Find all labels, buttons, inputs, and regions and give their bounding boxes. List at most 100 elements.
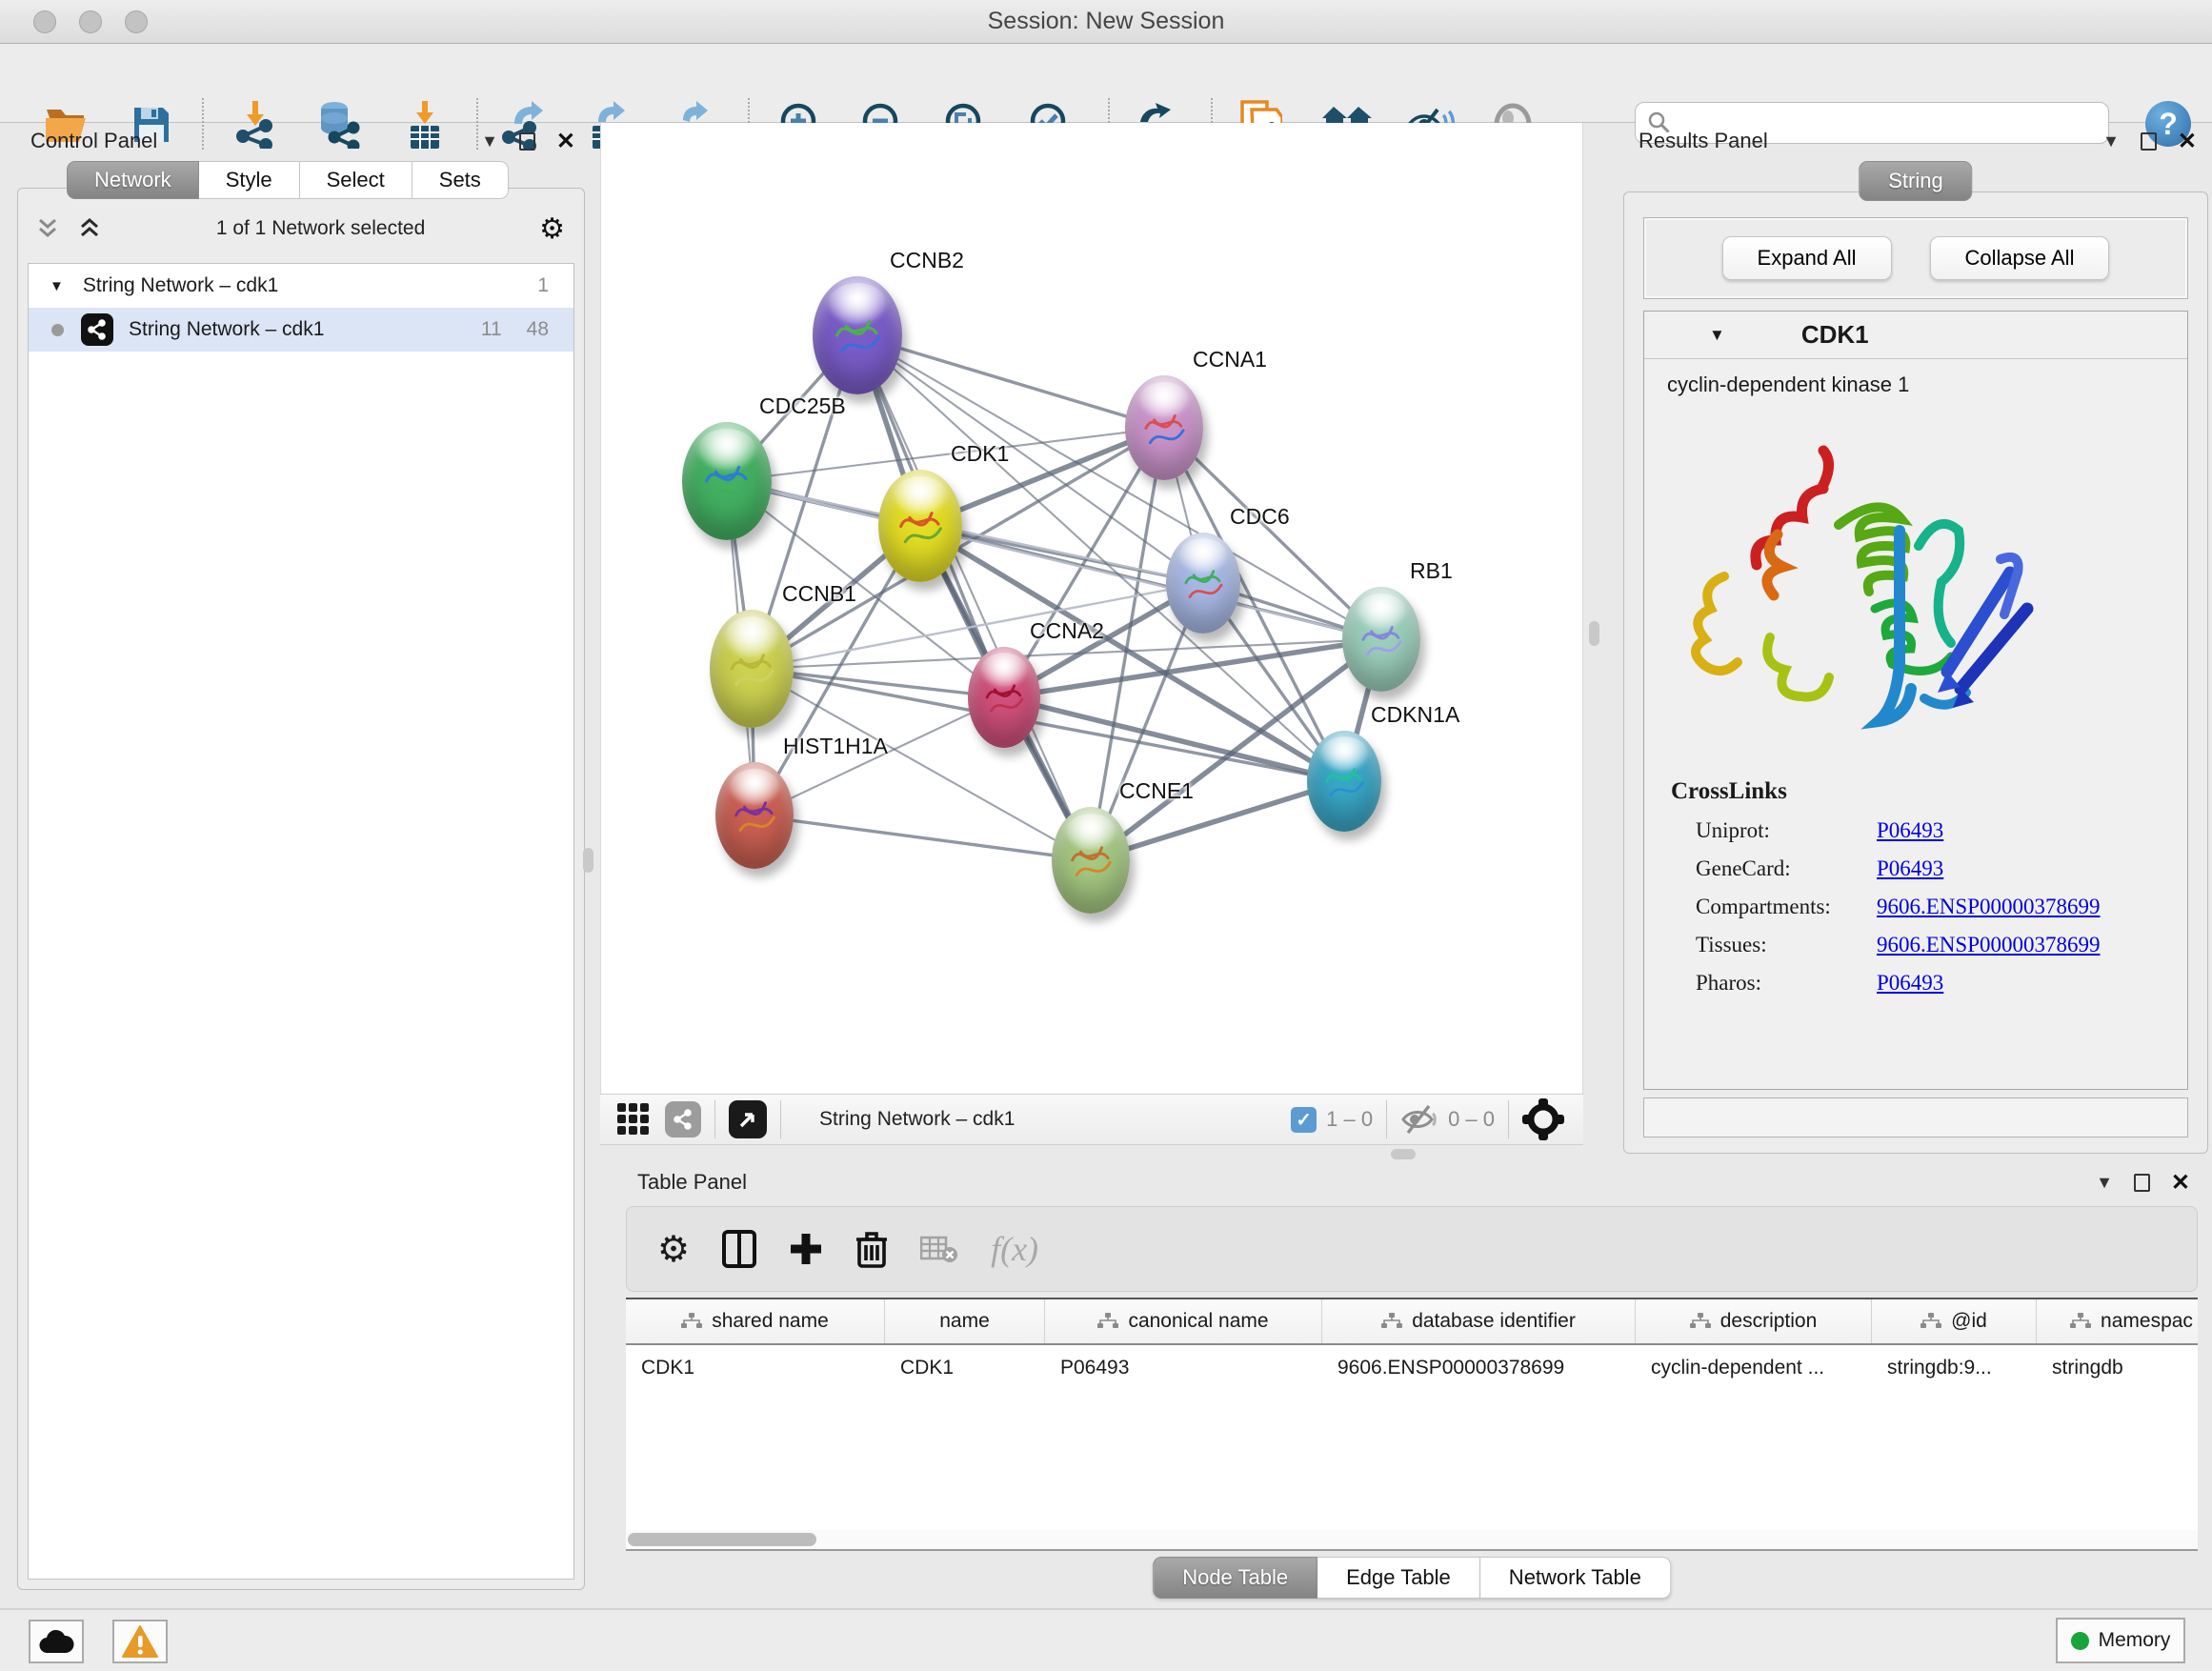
table-body: CDK1CDK1P064939606.ENSP00000378699cyclin… <box>626 1345 2198 1391</box>
node-table[interactable]: shared namenamecanonical namedatabase id… <box>626 1298 2198 1530</box>
status-bar: Memory <box>0 1608 2212 1671</box>
table-cell[interactable]: stringdb <box>2037 1345 2198 1391</box>
column-header--id[interactable]: @id <box>1872 1299 2037 1343</box>
crosslink-link[interactable]: P06493 <box>1877 818 1943 843</box>
node-HIST1H1A[interactable] <box>715 762 794 869</box>
panel-menu-icon[interactable]: ▼ <box>481 131 498 151</box>
crosslink-link[interactable]: P06493 <box>1877 971 1943 996</box>
column-header-database-identifier[interactable]: database identifier <box>1322 1299 1636 1343</box>
collapse-all-button[interactable]: Collapse All <box>1930 236 2110 280</box>
tab-network-table[interactable]: Network Table <box>1480 1557 1671 1599</box>
column-header-namespac[interactable]: namespac <box>2037 1299 2198 1343</box>
toolbar-divider <box>1386 1100 1387 1138</box>
node-label-CCNA1: CCNA1 <box>1193 347 1267 372</box>
cloud-icon <box>38 1629 74 1654</box>
delete-column-trash-icon[interactable] <box>855 1230 888 1268</box>
right-splitter-handle[interactable] <box>1589 621 1599 646</box>
gear-icon[interactable]: ⚙ <box>539 212 565 246</box>
node-CDK1[interactable] <box>878 470 962 582</box>
expand-all-icon[interactable] <box>77 216 102 241</box>
toolbar-divider <box>1508 1100 1509 1138</box>
column-header-description[interactable]: description <box>1636 1299 1872 1343</box>
control-panel: Control Panel ▼ ✕ NetworkStyleSelectSets… <box>11 123 591 1596</box>
network-row-selected[interactable]: String Network – cdk1 11 48 <box>29 308 573 352</box>
hierarchy-icon <box>2070 1313 2091 1330</box>
birdseye-view-icon[interactable] <box>729 1100 767 1138</box>
fit-target-icon[interactable] <box>1522 1098 1564 1140</box>
panel-float-icon[interactable] <box>2141 132 2157 151</box>
panel-menu-icon[interactable]: ▼ <box>2096 1173 2113 1193</box>
hierarchy-icon <box>1097 1313 1118 1330</box>
crosslink-link[interactable]: 9606.ENSP00000378699 <box>1877 933 2101 957</box>
edge-CCNB2-CCNE1[interactable] <box>857 335 1091 860</box>
panel-close-icon[interactable]: ✕ <box>2171 1169 2190 1197</box>
tab-network[interactable]: Network <box>67 161 199 199</box>
network-view-canvas[interactable]: CCNB2CCNA1CDC25BCDK1CDC6RB1CCNB1CCNA2CDK… <box>600 123 1583 1094</box>
node-CCNA1[interactable] <box>1125 375 1203 480</box>
memory-button[interactable]: Memory <box>2056 1618 2185 1663</box>
table-cell[interactable]: stringdb:9... <box>1872 1345 2037 1391</box>
table-cell[interactable]: 9606.ENSP00000378699 <box>1322 1345 1636 1391</box>
tab-style[interactable]: Style <box>199 161 300 199</box>
crosslink-label: Compartments: <box>1696 895 1877 919</box>
warning-button[interactable] <box>112 1620 168 1663</box>
table-cell[interactable]: CDK1 <box>626 1345 885 1391</box>
left-splitter-handle[interactable] <box>583 848 593 873</box>
column-header-canonical-name[interactable]: canonical name <box>1045 1299 1322 1343</box>
collapse-triangle-icon[interactable]: ▼ <box>1709 326 1725 345</box>
panel-close-icon[interactable]: ✕ <box>2178 128 2197 155</box>
table-settings-gear-icon[interactable]: ⚙ <box>657 1228 690 1271</box>
column-header-name[interactable]: name <box>885 1299 1045 1343</box>
node-label-CDK1: CDK1 <box>951 441 1009 467</box>
cloud-button[interactable] <box>29 1620 84 1663</box>
tab-edge-table[interactable]: Edge Table <box>1317 1557 1480 1599</box>
gene-header[interactable]: ▼ CDK1 <box>1644 312 2187 359</box>
tab-sets[interactable]: Sets <box>412 161 509 199</box>
node-CCNE1[interactable] <box>1052 807 1130 914</box>
toolbar-divider <box>780 1100 781 1138</box>
panel-float-icon[interactable] <box>519 132 535 151</box>
string-view-icon[interactable] <box>665 1101 701 1137</box>
window-title: Session: New Session <box>0 8 2212 35</box>
expand-all-button[interactable]: Expand All <box>1722 236 1892 280</box>
edge-CCNB2-CCNA1[interactable] <box>857 335 1164 428</box>
node-CCNB2[interactable] <box>813 276 902 394</box>
node-CCNA2[interactable] <box>968 647 1040 748</box>
show-columns-icon[interactable] <box>722 1230 756 1268</box>
gene-description: cyclin-dependent kinase 1 <box>1667 372 2187 397</box>
add-column-plus-icon[interactable] <box>789 1232 823 1266</box>
scrollbar-thumb[interactable] <box>628 1533 816 1546</box>
tab-string[interactable]: String <box>1859 161 1972 201</box>
crosslink-label: Pharos: <box>1696 971 1877 996</box>
crosslink-link[interactable]: P06493 <box>1877 856 1943 881</box>
selected-checkbox-icon[interactable]: ✓ <box>1291 1107 1317 1133</box>
panel-close-icon[interactable]: ✕ <box>556 128 575 155</box>
tab-node-table[interactable]: Node Table <box>1153 1557 1317 1599</box>
collapse-all-icon[interactable] <box>35 216 60 241</box>
protein-structure-image <box>1679 413 2187 775</box>
node-CCNB1[interactable] <box>710 610 794 728</box>
node-CDC25B[interactable] <box>682 422 772 540</box>
panel-float-icon[interactable] <box>2134 1174 2150 1192</box>
column-header-shared-name[interactable]: shared name <box>626 1299 885 1343</box>
edge-HIST1H1A-CCNE1[interactable] <box>754 815 1091 860</box>
table-cell[interactable]: CDK1 <box>885 1345 1045 1391</box>
horizontal-scrollbar[interactable] <box>626 1530 2198 1549</box>
grid-view-icon[interactable] <box>617 1103 650 1136</box>
network-collection-row[interactable]: ▼ String Network – cdk1 1 <box>29 264 573 308</box>
table-cell[interactable]: P06493 <box>1045 1345 1322 1391</box>
memory-label: Memory <box>2099 1629 2171 1652</box>
results-scroll-strip[interactable] <box>1643 1097 2188 1137</box>
expand-triangle-icon[interactable]: ▼ <box>50 278 64 294</box>
bottom-splitter-handle[interactable] <box>1391 1149 1416 1159</box>
node-RB1[interactable] <box>1342 587 1420 692</box>
tab-select[interactable]: Select <box>300 161 412 199</box>
node-CDKN1A[interactable] <box>1307 731 1381 832</box>
node-CDC6[interactable] <box>1166 533 1240 634</box>
table-cell[interactable]: cyclin-dependent ... <box>1636 1345 1872 1391</box>
panel-menu-icon[interactable]: ▼ <box>2102 131 2120 151</box>
crosslink-link[interactable]: 9606.ENSP00000378699 <box>1877 895 2101 919</box>
crosslinks-title: CrossLinks <box>1671 778 2187 805</box>
table-row[interactable]: CDK1CDK1P064939606.ENSP00000378699cyclin… <box>626 1345 2198 1391</box>
network-list: ▼ String Network – cdk1 1 String Network… <box>28 263 574 1580</box>
